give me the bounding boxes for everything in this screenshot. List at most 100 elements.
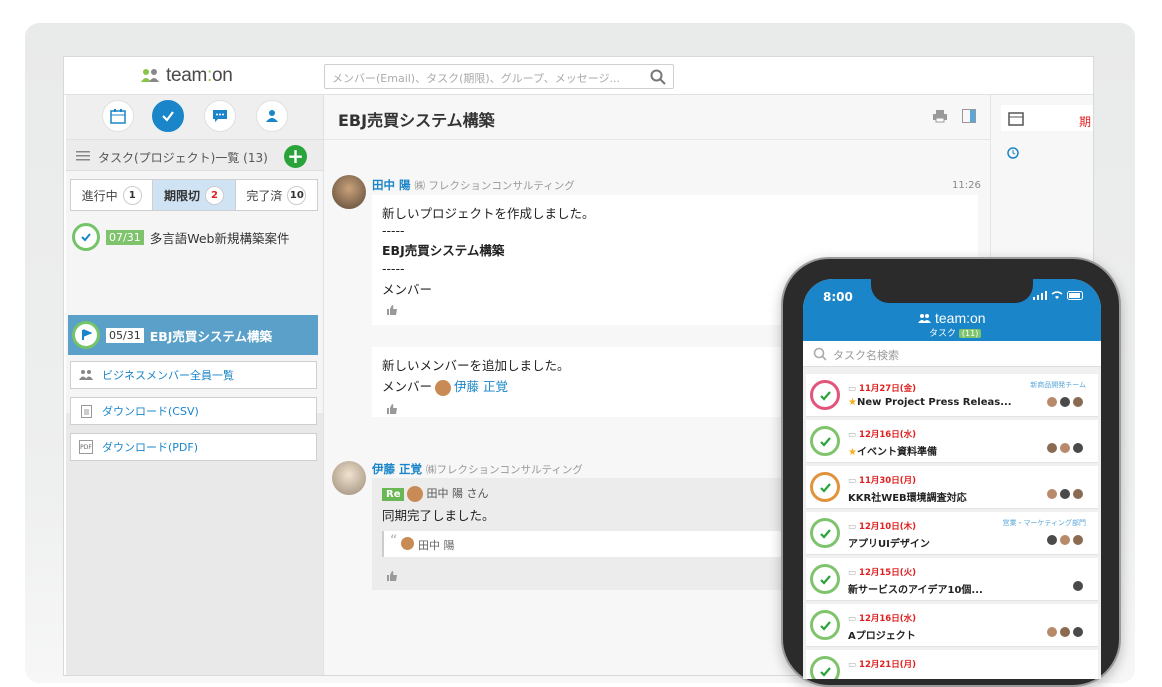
phone-task-item[interactable]: ▭ 12月16日(水) ★イベント資料準備 [806, 420, 1098, 463]
task-check[interactable] [810, 380, 840, 410]
phone-search-input[interactable]: タスク名検索 [803, 341, 1101, 367]
signal-icon [1033, 291, 1047, 300]
task-check[interactable] [810, 426, 840, 456]
task-name: 多言語Web新規構築案件 [149, 230, 290, 246]
phone-task-item[interactable]: ▭ 12月10日(木) アプリUIデザイン 営業・マーケティング部門 [806, 512, 1098, 555]
member-label: メンバー [382, 379, 433, 394]
assignee-avatars [1072, 580, 1084, 592]
task-list-header: タスク(プロジェクト)一覧 (13) + [66, 139, 323, 171]
phone-search-placeholder: タスク名検索 [833, 349, 899, 362]
tab-label: 進行中 [81, 188, 118, 203]
member-nav-button[interactable] [256, 100, 288, 132]
task-check[interactable] [810, 610, 840, 640]
avatar[interactable] [332, 461, 366, 495]
task-check[interactable] [810, 518, 840, 548]
tab-count: 1 [122, 185, 142, 205]
reply-badge: Re [382, 488, 405, 501]
task-nav-button[interactable] [152, 100, 184, 132]
checkmark-icon [819, 528, 831, 539]
sidebar: タスク(プロジェクト)一覧 (13) + 進行中 1 期限切 2 完了済 10 … [66, 95, 323, 675]
message-sender[interactable]: 田中 陽㈱ フレクションコンサルティング [372, 177, 575, 193]
add-task-button[interactable]: + [284, 145, 307, 168]
link-label: ダウンロード(CSV) [102, 405, 199, 418]
calendar-icon [110, 109, 126, 124]
phone-task-item[interactable]: ▭ 12月21日(月) [806, 650, 1098, 679]
task-check[interactable] [810, 472, 840, 502]
task-item[interactable]: 05/31 EBJ売買システム構築 [68, 315, 318, 355]
like-icon[interactable] [386, 570, 398, 582]
download-csv-link[interactable]: ダウンロード(CSV) [70, 397, 317, 425]
checkmark-icon [819, 620, 831, 631]
download-pdf-link[interactable]: PDF ダウンロード(PDF) [70, 433, 317, 461]
like-icon[interactable] [386, 403, 398, 415]
avatar[interactable] [332, 175, 366, 209]
phone-task-item[interactable]: ▭ 12月16日(水) Aプロジェクト [806, 604, 1098, 647]
like-icon[interactable] [386, 304, 398, 316]
task-date: ▭ 12月21日(月) [848, 660, 916, 670]
search-placeholder: メンバー(Email)、タスク(期限)、グループ、メッセージ... [332, 72, 620, 85]
task-item[interactable]: 07/31 多言語Web新規構築案件 [68, 217, 318, 257]
team-logo-icon [918, 314, 931, 323]
task-check[interactable] [810, 656, 840, 679]
chat-nav-button[interactable] [204, 100, 236, 132]
checkmark-icon [819, 390, 831, 401]
tab-completed[interactable]: 完了済 10 [236, 180, 317, 210]
assignee-avatars [1046, 442, 1084, 454]
quote-name: 田中 陽 [418, 539, 455, 552]
members-link[interactable]: ビジネスメンバー全員一覧 [70, 361, 317, 389]
message-line: 新しいプロジェクトを作成しました。 [382, 206, 595, 221]
print-icon[interactable] [932, 109, 948, 123]
csv-file-icon [79, 404, 93, 418]
phone-logo-text: team:on [935, 310, 986, 326]
task-title: アプリUIデザイン [848, 539, 930, 550]
task-name: EBJ売買システム構築 [149, 328, 273, 344]
task-check[interactable] [72, 223, 100, 251]
task-date: ▭ 12月16日(水) [848, 430, 916, 440]
task-flag[interactable] [72, 321, 100, 349]
assignee-avatars [1046, 626, 1084, 638]
phone-task-item[interactable]: ▭ 11月27日(金) ★New Project Press Releas... … [806, 374, 1098, 417]
task-date: ▭ 12月15日(火) [848, 568, 916, 578]
person-icon [266, 110, 278, 122]
flag-icon [82, 329, 92, 340]
reply-header: Re 田中 陽 さん [382, 485, 488, 502]
phone-clock: 8:00 [823, 290, 853, 304]
phone-task-item[interactable]: ▭ 12月15日(火) 新サービスのアイデア10個... [806, 558, 1098, 601]
task-date: ▭ 11月30日(月) [848, 476, 916, 486]
chat-bubble-icon [213, 110, 227, 122]
list-menu-icon[interactable] [76, 150, 90, 162]
reply-to: 田中 陽 さん [426, 487, 489, 500]
phone-task-item[interactable]: ▭ 11月30日(月) KKR社WEB環境調査対応 [806, 466, 1098, 509]
task-group: 営業・マーケティング部門 [1002, 519, 1086, 527]
task-date: ▭ 12月16日(水) [848, 614, 916, 624]
search-icon[interactable] [650, 69, 666, 85]
search-input[interactable]: メンバー(Email)、タスク(期限)、グループ、メッセージ... [324, 64, 674, 89]
tab-count: 10 [287, 185, 307, 205]
tab-in-progress[interactable]: 進行中 1 [71, 180, 154, 210]
member-avatar [435, 379, 452, 396]
reply-avatar [407, 486, 424, 502]
message-sender[interactable]: 伊藤 正覚 ㈱フレクションコンサルティング [372, 461, 583, 477]
task-check[interactable] [810, 564, 840, 594]
calendar-nav-button[interactable] [102, 100, 134, 132]
task-list-title: タスク(プロジェクト)一覧 (13) [98, 151, 268, 165]
nav-icons [66, 95, 323, 139]
member-name[interactable]: 伊藤 正覚 [454, 379, 508, 394]
sender-name: 田中 陽 [372, 178, 411, 192]
task-title: ★New Project Press Releas... [848, 397, 1012, 408]
layout-columns-icon[interactable] [962, 109, 976, 123]
checkmark-icon [162, 111, 174, 122]
phone-mockup: 8:00 team:on タスク (11) タスク名検索 ▭11月27日(金) [781, 257, 1121, 687]
alarm-icon[interactable] [1006, 145, 1020, 159]
tab-overdue[interactable]: 期限切 2 [153, 180, 236, 210]
task-title: KKR社WEB環境調査対応 [848, 493, 967, 504]
member-line: メンバー 伊藤 正覚 [382, 376, 508, 396]
wifi-icon [1051, 291, 1063, 299]
sender-company: ㈱フレクションコンサルティング [426, 464, 583, 476]
search-icon [813, 347, 827, 361]
task-date: 05/31 [106, 327, 144, 343]
page-title: EBJ売買システム構築 [338, 111, 495, 130]
message-line: ----- [382, 223, 405, 238]
logo[interactable]: team:on [140, 65, 233, 87]
checkmark-icon [81, 233, 91, 242]
